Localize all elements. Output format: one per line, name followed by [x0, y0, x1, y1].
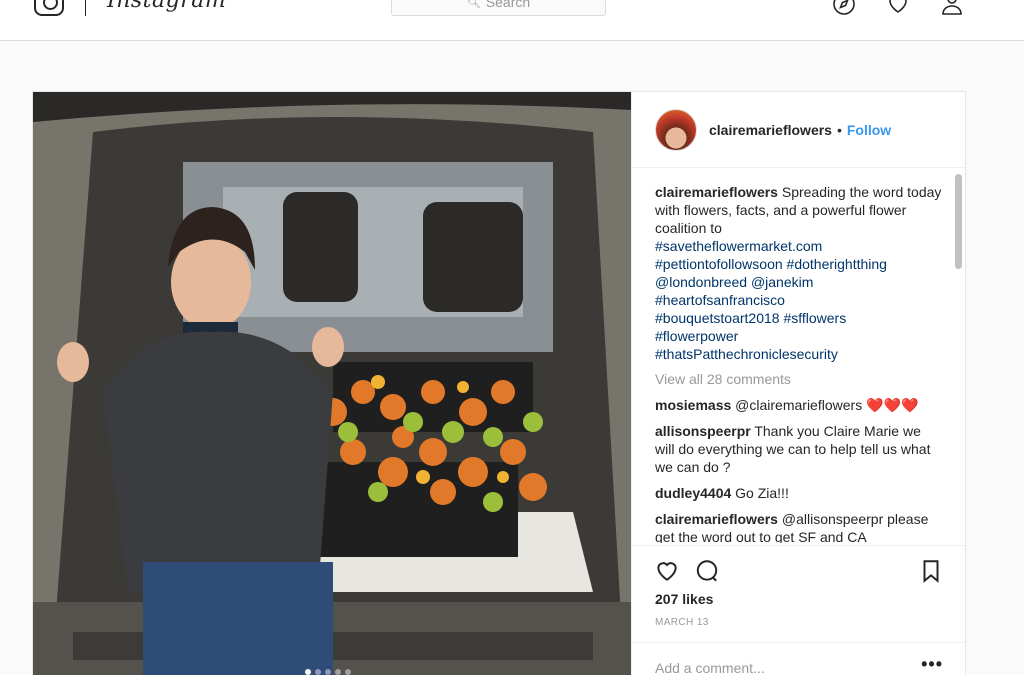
comment-author[interactable]: mosiemass	[655, 397, 731, 413]
add-comment-input[interactable]: Add a comment...	[632, 642, 967, 675]
follow-button[interactable]: Follow	[847, 122, 891, 138]
post-photo[interactable]	[33, 92, 631, 675]
activity-heart-icon[interactable]	[886, 0, 910, 16]
likes-count[interactable]: 207 likes	[655, 591, 713, 607]
comment-author[interactable]: clairemarieflowers	[655, 511, 778, 527]
post-username[interactable]: clairemarieflowers	[709, 122, 832, 138]
comment-item: clairemarieflowers @allisonspeerpr pleas…	[655, 510, 943, 543]
profile-person-icon[interactable]	[940, 0, 964, 16]
carousel-dot[interactable]	[335, 669, 341, 675]
comment-item: dudley4404 Go Zia!!!	[655, 484, 943, 502]
like-heart-icon[interactable]	[654, 558, 680, 584]
post-sidebar: clairemarieflowers • Follow clairemarief…	[631, 92, 967, 675]
caption-mention-line[interactable]: @londonbreed @janekim	[655, 274, 813, 290]
more-options-icon[interactable]: •••	[921, 654, 943, 675]
avatar[interactable]	[655, 108, 697, 151]
search-icon: 🔍︎	[466, 0, 481, 9]
post-card: clairemarieflowers • Follow clairemarief…	[32, 91, 967, 675]
bookmark-icon[interactable]	[918, 558, 944, 584]
carousel-dot[interactable]	[315, 669, 321, 675]
caption: clairemarieflowers Spreading the word to…	[655, 183, 943, 363]
comment-item: mosiemass @clairemarieflowers ❤️❤️❤️	[655, 396, 943, 414]
post-date[interactable]: MARCH 13	[655, 617, 709, 628]
search-placeholder: Search	[485, 0, 531, 10]
carousel-dot-active[interactable]	[305, 669, 311, 675]
post-actions: 207 likes MARCH 13 Add a comment... •••	[632, 545, 967, 675]
caption-author[interactable]: clairemarieflowers	[655, 184, 778, 200]
caption-hashtag-line[interactable]: #savetheflowermarket.com	[655, 238, 822, 254]
photo-illustration	[33, 92, 631, 675]
comments-list[interactable]: clairemarieflowers Spreading the word to…	[632, 169, 967, 543]
search-input[interactable]: 🔍︎ Search	[391, 0, 606, 16]
comment-text: @clairemarieflowers ❤️❤️❤️	[735, 397, 919, 413]
caption-hashtag-line[interactable]: #heartofsanfrancisco	[655, 292, 785, 308]
caption-hashtag-line[interactable]: #bouquetstoart2018 #sfflowers	[655, 310, 846, 326]
comment-author[interactable]: allisonspeerpr	[655, 423, 751, 439]
caption-hashtag-line[interactable]: #flowerpower	[655, 328, 738, 344]
post-header: clairemarieflowers • Follow	[632, 92, 967, 168]
carousel-dot[interactable]	[345, 669, 351, 675]
caption-hashtag-line[interactable]: #pettiontofollowsoon #dotherightthing	[655, 256, 887, 272]
comment-item: allisonspeerpr Thank you Claire Marie we…	[655, 422, 943, 476]
carousel-dot[interactable]	[325, 669, 331, 675]
comments-scrollbar[interactable]	[955, 174, 962, 269]
header-separator: •	[836, 121, 842, 138]
top-nav: Instagram 🔍︎ Search	[0, 0, 1024, 41]
comment-text: Go Zia!!!	[735, 485, 789, 501]
comment-author[interactable]: dudley4404	[655, 485, 731, 501]
logo-divider	[85, 0, 86, 16]
caption-hashtag-line[interactable]: #thatsPatthechroniclesecurity	[655, 346, 838, 362]
instagram-glyph-icon[interactable]	[34, 0, 64, 16]
explore-compass-icon[interactable]	[832, 0, 856, 16]
view-all-comments-link[interactable]: View all 28 comments	[655, 371, 943, 387]
comment-bubble-icon[interactable]	[694, 558, 720, 584]
carousel-indicator	[305, 669, 351, 675]
instagram-wordmark[interactable]: Instagram	[107, 0, 226, 13]
